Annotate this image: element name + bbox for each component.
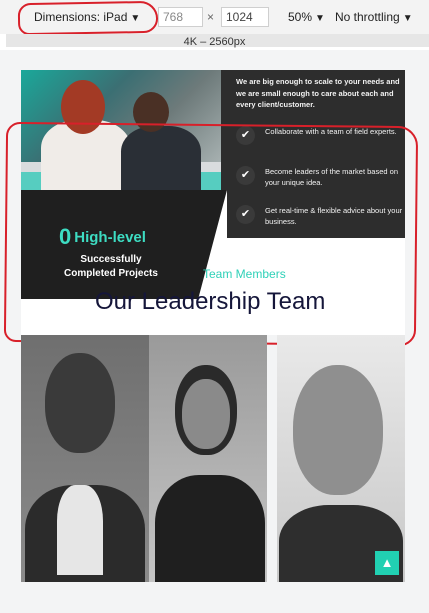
media-query-label: 4K – 2560px bbox=[183, 36, 246, 48]
hero-intro-text: We are big enough to scale to your needs… bbox=[236, 77, 400, 109]
back-to-top-button[interactable]: ▲ bbox=[375, 551, 399, 575]
team-member-photo bbox=[21, 335, 149, 582]
caret-down-icon: ▼ bbox=[315, 13, 325, 24]
throttling-label: No throttling bbox=[335, 10, 400, 24]
red-annotation-circle-middle bbox=[3, 121, 419, 347]
throttling-dropdown[interactable]: No throttling ▼ bbox=[335, 10, 413, 24]
dimension-separator: × bbox=[207, 10, 215, 24]
red-annotation-circle-top bbox=[17, 0, 159, 36]
chevron-up-icon: ▲ bbox=[380, 555, 394, 570]
viewport-height-input[interactable]: 1024 bbox=[221, 7, 269, 27]
zoom-dropdown[interactable]: 50% ▼ bbox=[288, 10, 325, 24]
zoom-label: 50% bbox=[288, 10, 313, 24]
team-member-photo bbox=[149, 335, 267, 582]
caret-down-icon: ▼ bbox=[402, 13, 413, 24]
team-member-photo bbox=[277, 335, 405, 582]
viewport-width-input[interactable]: 768 bbox=[158, 7, 203, 27]
